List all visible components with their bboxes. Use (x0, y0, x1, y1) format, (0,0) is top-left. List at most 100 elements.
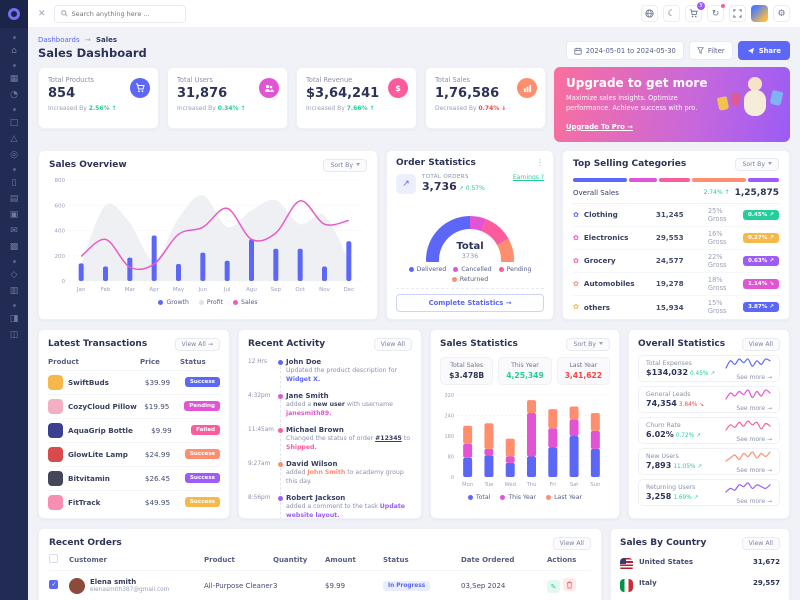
date-range-picker[interactable]: 2024-05-01 to 2024-05-30 (566, 41, 684, 60)
recent-activity-panel: Recent Activity View All 12 Hrs John Doe… (238, 329, 422, 519)
change-badge: 0.63% ↗ (743, 256, 779, 266)
search-input[interactable] (72, 10, 179, 18)
app-logo[interactable] (0, 0, 28, 28)
filter-button[interactable]: Filter (689, 41, 733, 60)
view-all-button[interactable]: View All (553, 537, 591, 550)
language-icon[interactable] (641, 5, 658, 22)
sparkline-chart (724, 388, 772, 401)
alert-icon[interactable]: △ (11, 135, 18, 144)
category-row[interactable]: ✿ Electronics 29,553 16% Gross 0.27% ↗ (573, 227, 779, 250)
upgrade-link[interactable]: Upgrade To Pro → (566, 123, 633, 131)
pages-icon[interactable]: ▣ (10, 211, 19, 220)
italy-flag-icon (620, 579, 633, 592)
status-badge: Failed (191, 425, 220, 435)
table-row[interactable]: FitTrack $49.95 Success (48, 490, 220, 514)
svg-text:800: 800 (55, 178, 66, 184)
complete-statistics-button[interactable]: Complete Statistics → (396, 294, 544, 312)
fullscreen-icon[interactable] (729, 5, 746, 22)
banner-illustration (748, 77, 762, 91)
activity-item: 8:56pm Robert Jackson added a comment to… (248, 494, 412, 519)
see-more-link[interactable]: See more → (724, 436, 772, 443)
stat-change: Increased By 0.34% ↑ (177, 105, 278, 112)
up-arrow-icon: ↑ (240, 105, 245, 112)
compass-icon[interactable]: ◎ (10, 151, 18, 160)
edit-button[interactable]: ✎ (547, 580, 560, 593)
see-more-link[interactable]: See more → (724, 467, 772, 474)
phone-icon[interactable]: ▯ (12, 179, 17, 188)
activity-item: 11:45am Michael Brown Changed the status… (248, 426, 412, 453)
timeline-dot (278, 496, 283, 501)
table-row[interactable]: GlowLite Lamp $24.99 Success (48, 442, 220, 466)
calculator-icon[interactable]: ▥ (10, 287, 19, 296)
row-checkbox[interactable] (49, 580, 58, 589)
panel-title: Sales Statistics (440, 339, 518, 349)
panel-title: Order Statistics (396, 158, 476, 168)
category-row[interactable]: ✿ others 15,934 15% Gross 3.87% ↗ (573, 296, 779, 319)
see-more-link[interactable]: See more → (724, 374, 772, 381)
sort-by-dropdown[interactable]: Sort By (735, 158, 779, 171)
lock-icon[interactable]: □ (10, 119, 19, 128)
close-icon[interactable]: ✕ (38, 9, 46, 19)
change-badge: 0.27% ↗ (743, 233, 779, 243)
archive-icon[interactable]: ▤ (10, 195, 19, 204)
status-badge: Success (185, 449, 220, 459)
table-row[interactable]: Bitvitamin $26.45 Success (48, 466, 220, 490)
svg-text:400: 400 (55, 228, 66, 234)
view-all-button[interactable]: View All → (175, 338, 220, 351)
view-all-button[interactable]: View All (742, 338, 780, 351)
view-all-button[interactable]: View All (374, 338, 412, 351)
sales-overview-panel: Sales Overview Sort By 0200400600800JanF… (38, 150, 378, 320)
refresh-icon[interactable]: ↻ (707, 5, 724, 22)
select-all-checkbox[interactable] (49, 554, 58, 563)
tools-icon[interactable]: ◇ (11, 271, 18, 280)
bar-chart-icon[interactable]: ◨ (10, 315, 19, 324)
svg-text:240: 240 (444, 413, 454, 419)
sort-by-dropdown[interactable]: Sort By (323, 159, 367, 172)
see-more-link[interactable]: See more → (724, 498, 772, 505)
view-all-button[interactable]: View All (742, 537, 780, 550)
svg-text:Jul: Jul (223, 287, 231, 293)
table-row[interactable]: Elena smithelenasmith387@gmail.com All-P… (49, 570, 591, 600)
divider-dot (13, 168, 16, 171)
dark-mode-icon[interactable]: ☾ (663, 5, 680, 22)
divider-dot (13, 304, 16, 307)
avatar[interactable] (751, 5, 768, 22)
kebab-menu-icon[interactable]: ⋮ (536, 158, 544, 167)
category-row[interactable]: ✿ Grocery 24,577 22% Gross 0.63% ↗ (573, 250, 779, 273)
table-row[interactable]: SwiftBuds $39.99 Success (48, 370, 220, 394)
category-row[interactable]: ✿ Automobiles 19,278 18% Gross 1.14% ↘ (573, 273, 779, 296)
see-more-link[interactable]: See more → (724, 405, 772, 412)
panel-title: Sales By Country (620, 538, 706, 548)
kanban-icon[interactable]: ◫ (10, 331, 19, 340)
mail-icon[interactable]: ✉ (10, 227, 18, 236)
search-box[interactable] (54, 5, 186, 23)
gear-icon[interactable]: ⚙ (773, 5, 790, 22)
panel-title: Top Selling Categories (573, 159, 686, 169)
delete-button[interactable] (563, 578, 576, 591)
metric-row: General Leads74,3543.84% ↘ See more → (638, 386, 780, 413)
timeline-dot (278, 394, 283, 399)
cart-icon[interactable]: 5 (685, 5, 702, 22)
stat-change: Increased By 7.66% ↑ (306, 105, 407, 112)
home-icon[interactable]: ⌂ (11, 47, 17, 56)
breadcrumb-dashboards[interactable]: Dashboards (38, 36, 80, 44)
category-row[interactable]: ✿ Clothing 31,245 25% Gross 0.45% ↗ (573, 204, 779, 227)
pie-chart-icon[interactable]: ◔ (10, 91, 18, 100)
panel-title: Sales Overview (49, 160, 127, 170)
earnings-link[interactable]: Earnings ? (513, 174, 544, 181)
product-image (48, 471, 63, 486)
sales-by-country-panel: Sales By Country View All United States3… (610, 528, 790, 600)
apps-icon[interactable]: ▦ (10, 75, 19, 84)
bar-chart-icon (517, 78, 537, 98)
cart-badge: 5 (697, 2, 705, 10)
stat-change: Decreased By 0.74% ↓ (435, 105, 536, 112)
table-row[interactable]: CozyCloud Pillow $19.95 Pending (48, 394, 220, 418)
gift-icon[interactable]: ▩ (10, 243, 19, 252)
share-button[interactable]: Share (738, 41, 790, 60)
sort-by-dropdown[interactable]: Sort By (566, 338, 610, 351)
table-row[interactable]: AquaGrip Bottle $9.99 Failed (48, 418, 220, 442)
divider-dot (13, 36, 16, 39)
divider-dot (13, 108, 16, 111)
sparkline-chart (724, 357, 772, 370)
category-icon: ✿ (573, 211, 579, 219)
